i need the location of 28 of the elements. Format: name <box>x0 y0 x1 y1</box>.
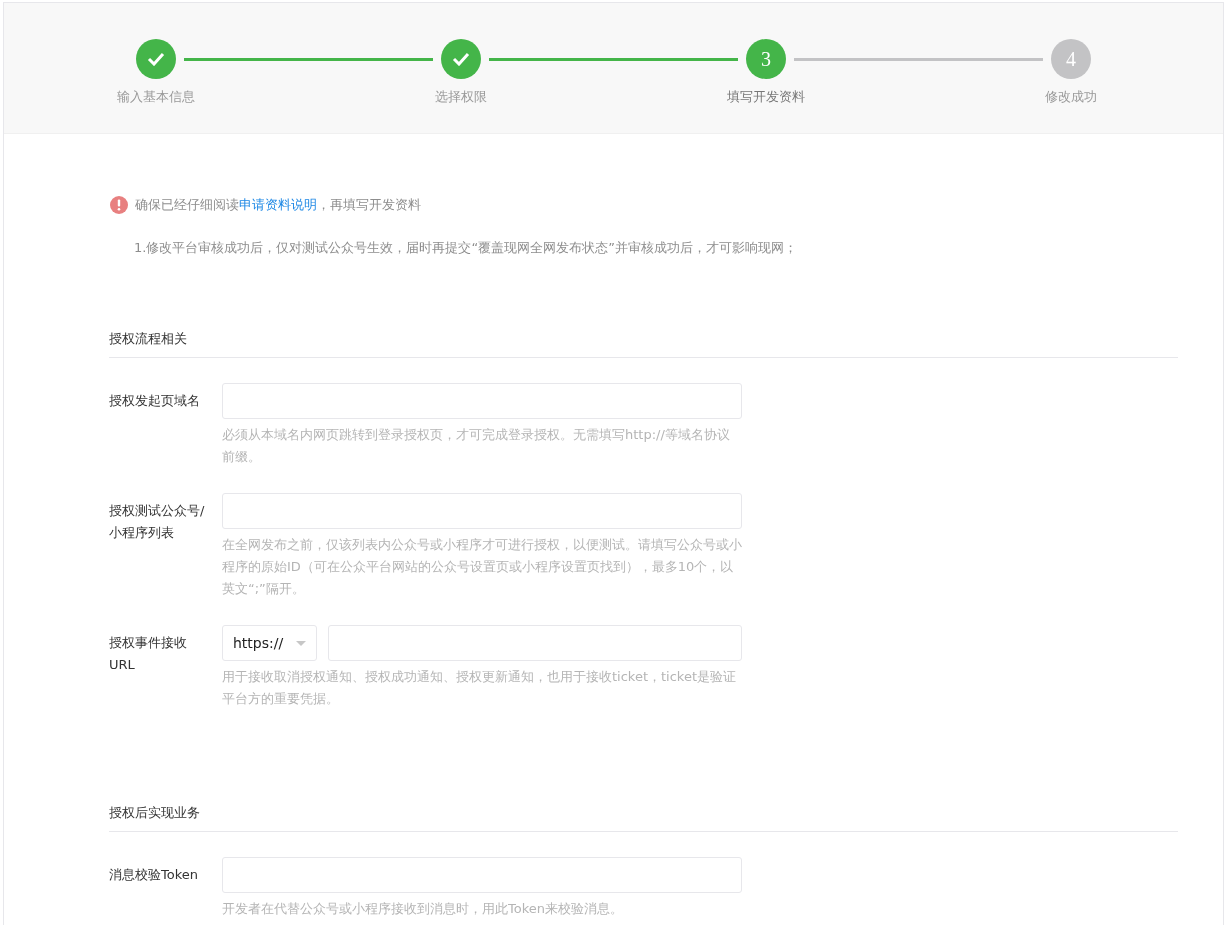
step-number: 4 <box>1066 47 1076 71</box>
step-label: 选择权限 <box>435 88 487 106</box>
protocol-select[interactable]: https:// <box>222 625 317 661</box>
section-title: 授权后实现业务 <box>109 804 1178 832</box>
hint-text: 在全网发布之前，仅该列表内公众号或小程序才可进行授权，以便测试。请填写公众号或小程序的原始ID（可在公众平台网站的公众号设置页或小程序设置页找到），最多10个，以英文“;”隔开。 <box>222 536 742 598</box>
field-label: 消息校验Token <box>109 866 199 884</box>
step-label: 修改成功 <box>1045 88 1097 106</box>
hint-text: 开发者在代替公众号或小程序接收到消息时，用此Token来校验消息。 <box>222 900 624 918</box>
hint-text: 用于接收取消授权通知、授权成功通知、授权更新通知，也用于接收ticket，ticket是验证平台方的重要凭据。 <box>222 668 738 708</box>
guide-link[interactable]: 申请资料说明 <box>239 197 317 212</box>
input-field[interactable] <box>222 383 742 419</box>
step-number: 3 <box>761 47 771 71</box>
field-label: 授权测试公众号/小程序列表 <box>109 502 206 542</box>
input-field[interactable] <box>222 857 742 893</box>
field-label: 授权发起页域名 <box>109 392 201 410</box>
caret-icon <box>296 640 306 646</box>
notice-text: 确保已经仔细阅读申请资料说明，再填写开发资料 <box>135 196 421 214</box>
section-title: 授权流程相关 <box>109 330 1178 358</box>
step-label: 输入基本信息 <box>117 88 195 106</box>
step-label: 填写开发资料 <box>727 88 805 106</box>
input-field[interactable] <box>222 493 742 529</box>
input-field[interactable] <box>328 625 742 661</box>
check-icon <box>452 52 470 66</box>
hint-text: 必须从本域名内网页跳转到登录授权页，才可完成登录授权。无需填写http://等域名协议前缀。 <box>222 426 731 466</box>
note-text: 1.修改平台审核成功后，仅对测试公众号生效，届时再提交“覆盖现网全网发布状态”并审核成功后，才可影响现网； <box>134 239 798 257</box>
field-label: 授权事件接收URL <box>109 634 188 674</box>
check-icon <box>147 52 165 66</box>
warning-icon <box>110 196 128 214</box>
